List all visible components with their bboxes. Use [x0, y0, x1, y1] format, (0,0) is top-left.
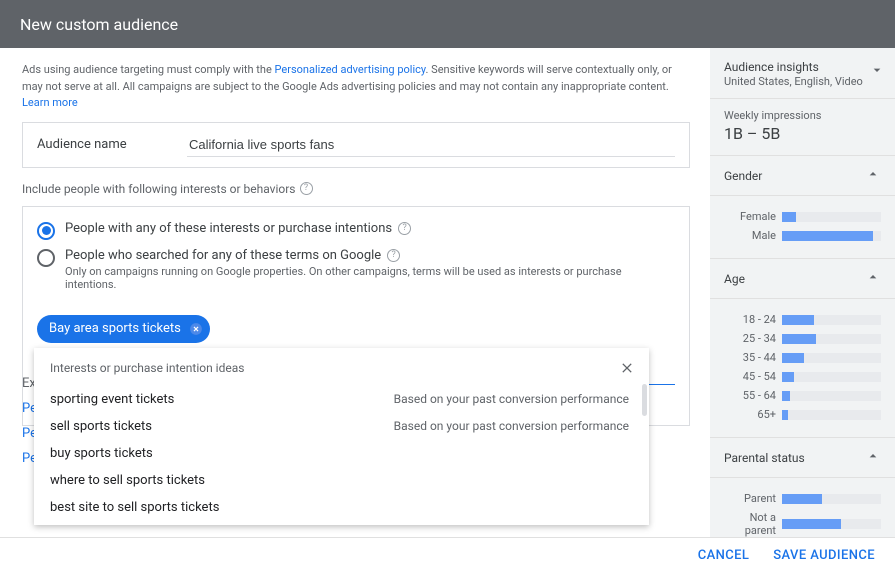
learn-more-link[interactable]: Learn more: [22, 96, 78, 109]
scrollbar[interactable]: [642, 384, 647, 416]
main-panel: Ads using audience targeting must comply…: [0, 48, 710, 537]
include-section-label: Include people with following interests …: [22, 182, 690, 196]
radio-interests[interactable]: [37, 222, 55, 240]
insights-title: Audience insights: [724, 60, 881, 74]
bar-row: 35 - 44: [724, 351, 881, 364]
bar-row: Not a parent: [724, 511, 881, 537]
policy-link[interactable]: Personalized advertising policy: [275, 63, 426, 76]
chevron-down-icon[interactable]: [869, 62, 885, 81]
disclaimer-text: Ads using audience targeting must comply…: [22, 63, 275, 76]
suggestion-item[interactable]: best site to sell sports tickets: [34, 494, 649, 521]
bar-row: Male: [724, 229, 881, 242]
chip-remove-icon[interactable]: [187, 320, 205, 338]
bar-row: 45 - 54: [724, 370, 881, 383]
dialog-body: Ads using audience targeting must comply…: [0, 48, 895, 537]
bar-fill: [782, 212, 796, 222]
radio-searched[interactable]: [37, 249, 55, 267]
include-label-text: Include people with following interests …: [22, 182, 296, 196]
policy-disclaimer: Ads using audience targeting must comply…: [22, 62, 690, 112]
chevron-up-icon: [865, 166, 881, 185]
help-icon[interactable]: ?: [387, 249, 400, 262]
audience-name-label: Audience name: [37, 137, 187, 152]
cancel-button[interactable]: CANCEL: [698, 548, 750, 563]
gender-header[interactable]: Gender: [710, 156, 895, 196]
radio-searched-label: People who searched for any of these ter…: [65, 248, 675, 263]
weekly-impressions: Weekly impressions 1B – 5B: [710, 99, 895, 156]
parental-body: Parent Not a parent: [710, 478, 895, 537]
bar-row: 55 - 64: [724, 389, 881, 402]
parental-header[interactable]: Parental status: [710, 438, 895, 478]
suggestion-item[interactable]: sell sports tickets Based on your past c…: [34, 413, 649, 440]
radio-interests-label: People with any of these interests or pu…: [65, 221, 411, 236]
radio-searched-sub: Only on campaigns running on Google prop…: [65, 265, 675, 291]
bar-fill: [782, 231, 873, 241]
keyword-chip[interactable]: Bay area sports tickets: [37, 315, 210, 343]
suggestion-item[interactable]: where to sell sports tickets: [34, 467, 649, 494]
bar-row: 65+: [724, 408, 881, 421]
radio-interests-row[interactable]: People with any of these interests or pu…: [37, 221, 675, 240]
suggestions-dropdown: Interests or purchase intention ideas sp…: [34, 348, 649, 525]
dialog-header: New custom audience: [0, 0, 895, 48]
dialog-footer: CANCEL SAVE AUDIENCE: [0, 537, 895, 573]
dropdown-title: Interests or purchase intention ideas: [50, 361, 244, 375]
audience-name-row: Audience name: [22, 122, 690, 168]
insights-header: Audience insights United States, English…: [710, 48, 895, 99]
weekly-value: 1B – 5B: [724, 124, 881, 143]
chevron-up-icon: [865, 448, 881, 467]
age-body: 18 - 24 25 - 34 35 - 44 45 - 54 55 - 64 …: [710, 299, 895, 438]
radio-searched-row[interactable]: People who searched for any of these ter…: [37, 248, 675, 291]
audience-name-input[interactable]: [187, 133, 675, 157]
weekly-label: Weekly impressions: [724, 109, 881, 122]
age-header[interactable]: Age: [710, 259, 895, 299]
save-button[interactable]: SAVE AUDIENCE: [773, 548, 875, 563]
suggestion-item[interactable]: buy sports tickets: [34, 440, 649, 467]
chip-label: Bay area sports tickets: [49, 321, 181, 336]
suggestion-item[interactable]: sporting event tickets Based on your pas…: [34, 386, 649, 413]
gender-body: Female Male: [710, 196, 895, 259]
bar-row: Female: [724, 210, 881, 223]
insights-panel: Audience insights United States, English…: [710, 48, 895, 537]
insights-sub: United States, English, Video: [724, 75, 881, 88]
dropdown-header: Interests or purchase intention ideas: [34, 348, 649, 386]
help-icon[interactable]: ?: [398, 222, 411, 235]
bar-row: 25 - 34: [724, 332, 881, 345]
bar-row: Parent: [724, 492, 881, 505]
close-icon[interactable]: [617, 358, 637, 378]
chevron-up-icon: [865, 269, 881, 288]
dialog-title: New custom audience: [20, 15, 178, 34]
bar-row: 18 - 24: [724, 313, 881, 326]
help-icon[interactable]: ?: [300, 182, 313, 195]
